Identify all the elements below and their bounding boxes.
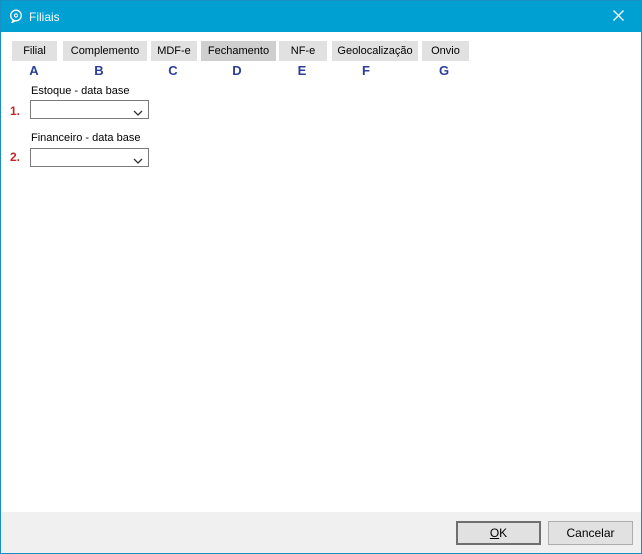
cancel-button[interactable]: Cancelar (548, 521, 633, 545)
tab-nf-e[interactable]: NF-e (279, 41, 327, 61)
tab-geolocalizacao[interactable]: Geolocalização (332, 41, 418, 61)
tab-label: Complemento (70, 45, 140, 57)
estoque-data-base-label: Estoque - data base (31, 85, 130, 97)
estoque-data-base-select[interactable] (30, 100, 149, 119)
tab-annotation-letter: D (232, 63, 242, 78)
chevron-down-icon (133, 106, 143, 116)
ok-button[interactable]: OK (456, 521, 541, 545)
window-title: Filiais (29, 10, 60, 24)
ok-mnemonic: O (489, 526, 500, 540)
filiais-window: Filiais Filial Complemento MDF-e Fechame… (0, 0, 642, 554)
annotation-marker: 1. (10, 104, 21, 118)
title-bar: Filiais (1, 1, 641, 32)
ok-label: K (499, 526, 508, 540)
tab-label: Geolocalização (337, 45, 413, 57)
tab-label: NF-e (290, 45, 316, 57)
tab-annotation-letter: G (438, 63, 450, 78)
tab-onvio[interactable]: Onvio (422, 41, 469, 61)
tab-annotation-letter: F (362, 63, 370, 78)
annotation-marker: 2. (10, 150, 21, 164)
tab-annotation-letter: B (94, 63, 104, 78)
tab-fechamento[interactable]: Fechamento (201, 41, 276, 61)
tab-annotation-letter: C (168, 63, 178, 78)
financeiro-data-base-label: Financeiro - data base (31, 132, 141, 144)
chat-bubble-icon (9, 9, 23, 24)
tab-label: Onvio (431, 45, 460, 57)
button-bar: OK Cancelar (1, 512, 641, 553)
tab-label: Fechamento (207, 45, 270, 57)
tab-annotation-letter: E (297, 63, 307, 78)
chevron-down-icon (133, 154, 143, 164)
tab-annotation-letter: A (29, 63, 39, 78)
close-icon (612, 9, 624, 24)
tab-label: MDF-e (157, 45, 191, 57)
financeiro-data-base-select[interactable] (30, 148, 149, 167)
tab-mdf-e[interactable]: MDF-e (151, 41, 197, 61)
tab-complemento[interactable]: Complemento (63, 41, 147, 61)
cancel-label: Cancelar (566, 526, 615, 540)
tab-label: Filial (23, 45, 46, 57)
tab-filial[interactable]: Filial (12, 41, 57, 61)
close-button[interactable] (595, 1, 641, 32)
